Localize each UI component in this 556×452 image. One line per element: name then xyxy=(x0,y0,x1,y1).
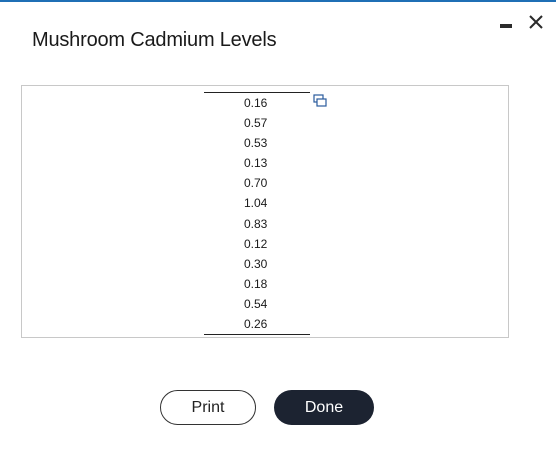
table-row: 0.13 xyxy=(244,156,268,171)
top-accent-line xyxy=(0,0,556,2)
table-row: 0.18 xyxy=(244,276,268,291)
close-icon[interactable] xyxy=(526,12,546,32)
table-row: 0.57 xyxy=(244,116,268,131)
table-row: 0.26 xyxy=(244,317,268,332)
dialog-title: Mushroom Cadmium Levels xyxy=(32,29,277,51)
table-row: 0.30 xyxy=(244,256,268,271)
minimize-icon[interactable] xyxy=(500,12,514,32)
table-row: 0.53 xyxy=(244,136,268,151)
table-row: 0.16 xyxy=(244,96,268,110)
done-button[interactable]: Done xyxy=(274,390,374,425)
table-row: 0.83 xyxy=(244,216,268,231)
data-table: 0.16 0.57 0.53 0.13 0.70 1.04 0.83 0.12 0.30 0.18… xyxy=(204,92,310,336)
table-row: 0.12 xyxy=(244,236,268,251)
print-button[interactable]: Print xyxy=(160,390,256,425)
copy-icon[interactable] xyxy=(313,94,327,108)
table-row: 0.54 xyxy=(244,296,268,311)
data-panel: 0.16 0.57 0.53 0.13 0.70 1.04 0.83 0.12 0.30 0.18… xyxy=(21,85,509,338)
table-row: 0.70 xyxy=(244,176,268,191)
table-row: 1.04 xyxy=(244,196,268,211)
window-controls xyxy=(500,12,546,32)
